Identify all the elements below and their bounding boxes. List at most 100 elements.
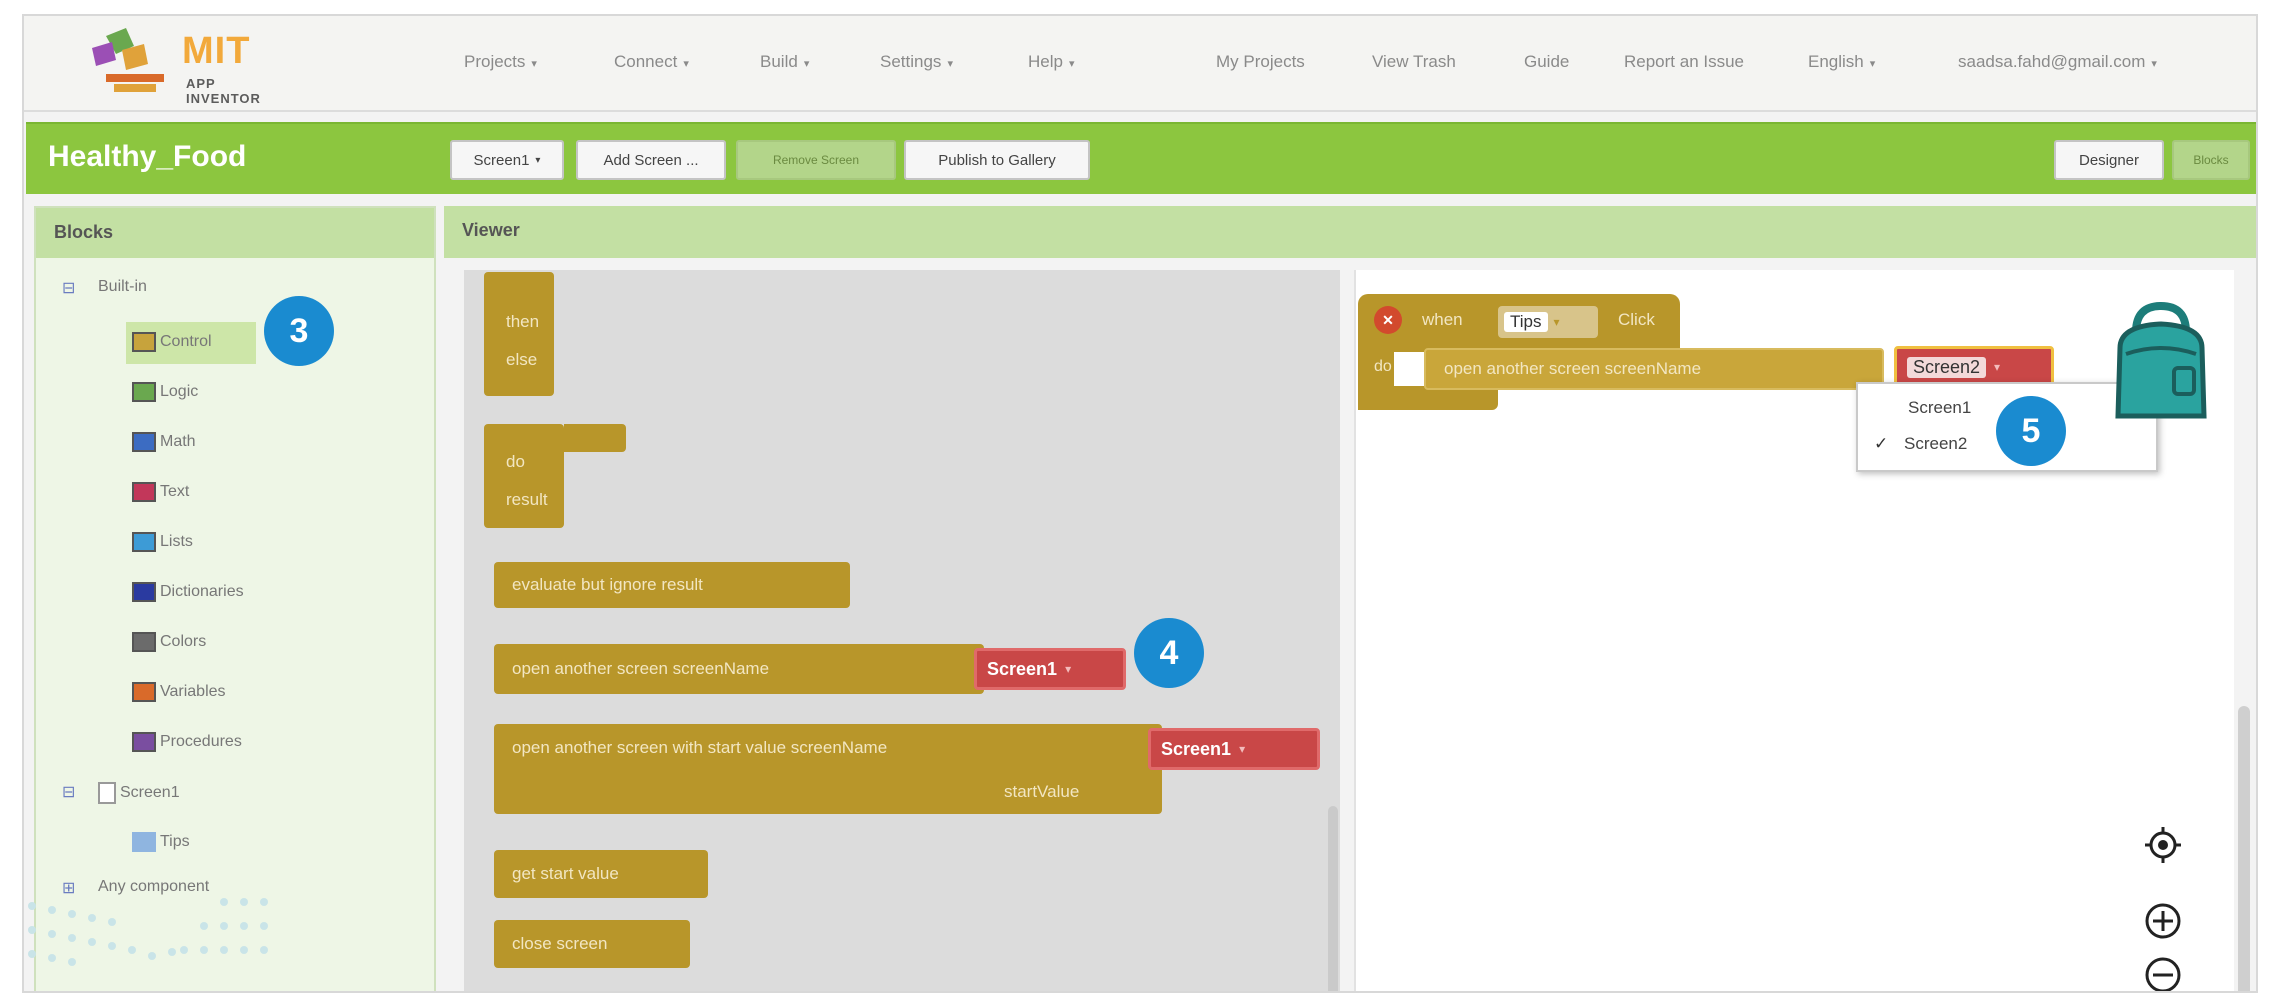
- dictionaries-icon: [132, 582, 156, 602]
- menu-projects[interactable]: Projects ▾: [464, 52, 537, 72]
- zoom-out-icon[interactable]: [2138, 950, 2188, 991]
- control-icon: [132, 332, 156, 352]
- tree-item-text[interactable]: Text: [132, 482, 189, 502]
- chevron-down-icon: ▾: [803, 58, 810, 70]
- menu-settings[interactable]: Settings ▾: [880, 52, 953, 72]
- project-toolbar: Healthy_Food Screen1 ▾ Add Screen ... Rem…: [26, 122, 2256, 194]
- menu-connect[interactable]: Connect ▾: [614, 52, 689, 72]
- variables-icon: [132, 682, 156, 702]
- tree-any-component[interactable]: Any component: [98, 878, 209, 896]
- link-guide[interactable]: Guide: [1524, 52, 1569, 72]
- link-report-issue[interactable]: Report an Issue: [1624, 52, 1744, 72]
- chevron-down-icon: ▾: [1065, 662, 1072, 676]
- expand-icon[interactable]: ⊞: [62, 878, 75, 898]
- chevron-down-icon: ▾: [1068, 58, 1075, 70]
- evaluate-ignore-block[interactable]: evaluate but ignore result: [494, 562, 850, 608]
- do-result-block[interactable]: do result: [484, 424, 564, 528]
- start-screen-name-dropdown[interactable]: Screen1 ▾: [1148, 728, 1320, 770]
- logo-subtitle: APP INVENTOR: [186, 76, 261, 106]
- dropdown-option-screen2[interactable]: Screen2: [1904, 434, 1967, 454]
- logo-text: MIT: [182, 30, 251, 72]
- tree-item-lists[interactable]: Lists: [132, 532, 193, 552]
- open-screen-start-label: open another screen with start value scr…: [512, 738, 888, 757]
- project-name: Healthy_Food: [48, 140, 247, 173]
- tree-item-dictionaries[interactable]: Dictionaries: [132, 582, 244, 602]
- do-label: do: [1374, 358, 1392, 375]
- button-component-icon: [132, 832, 156, 852]
- flyout-scrollbar[interactable]: [1328, 806, 1338, 991]
- screen-select-button[interactable]: Screen1 ▾: [450, 140, 564, 180]
- app-inventor-logo[interactable]: MIT APP INVENTOR: [86, 26, 286, 106]
- chevron-down-icon: ▾: [1869, 58, 1876, 70]
- colors-icon: [132, 632, 156, 652]
- tree-item-logic[interactable]: Logic: [132, 382, 198, 402]
- component-dropdown[interactable]: Tips ▾: [1498, 306, 1598, 338]
- result-label: result: [506, 490, 548, 509]
- dropdown-option-screen1[interactable]: Screen1: [1908, 398, 1971, 418]
- recenter-icon[interactable]: [2138, 820, 2188, 870]
- designer-button[interactable]: Designer: [2054, 140, 2164, 180]
- lists-icon: [132, 532, 156, 552]
- then-label: then: [506, 312, 540, 331]
- tree-item-procedures[interactable]: Procedures: [132, 732, 242, 752]
- get-start-value-block[interactable]: get start value: [494, 850, 708, 898]
- logic-icon: [132, 382, 156, 402]
- checkmark-icon: ✓: [1874, 434, 1889, 453]
- tree-builtin[interactable]: Built-in: [98, 278, 147, 296]
- do-slot: [564, 424, 626, 452]
- tree-item-colors[interactable]: Colors: [132, 632, 206, 652]
- procedures-icon: [132, 732, 156, 752]
- do-label: do: [506, 452, 525, 471]
- blocks-button[interactable]: Blocks: [2172, 140, 2250, 180]
- logo-icon: [92, 28, 164, 92]
- tree-item-control[interactable]: Control: [132, 332, 212, 352]
- chevron-down-icon: ▾: [2151, 58, 2157, 70]
- text-icon: [132, 482, 156, 502]
- top-navigation: MIT APP INVENTOR Projects ▾ Connect ▾ Buil…: [24, 16, 2256, 112]
- call-label: open another screen screenName: [1444, 359, 1702, 378]
- callout-4: 4: [1134, 618, 1204, 688]
- menu-help[interactable]: Help ▾: [1028, 52, 1075, 72]
- close-screen-block[interactable]: close screen: [494, 920, 690, 968]
- chevron-down-icon: ▾: [535, 154, 541, 166]
- collapse-icon[interactable]: ⊟: [62, 782, 75, 802]
- backpack-icon[interactable]: [2096, 298, 2226, 428]
- decorative-dots: [28, 898, 268, 966]
- zoom-in-icon[interactable]: [2138, 896, 2188, 946]
- link-my-projects[interactable]: My Projects: [1216, 52, 1305, 72]
- open-another-screen-call[interactable]: open another screen screenName: [1424, 348, 1884, 390]
- screen-name-dropdown[interactable]: Screen1 ▾: [974, 648, 1126, 690]
- workspace-scrollbar[interactable]: [2238, 706, 2250, 991]
- tree-item-tips[interactable]: Tips: [132, 832, 190, 852]
- math-icon: [132, 432, 156, 452]
- chevron-down-icon: ▾: [947, 58, 953, 70]
- menu-language[interactable]: English ▾: [1808, 52, 1875, 72]
- add-screen-button[interactable]: Add Screen ...: [576, 140, 726, 180]
- chevron-down-icon: ▾: [531, 58, 537, 70]
- publish-gallery-button[interactable]: Publish to Gallery: [904, 140, 1090, 180]
- callout-3: 3: [264, 296, 334, 366]
- collapse-icon[interactable]: ⊟: [62, 278, 75, 298]
- menu-build[interactable]: Build ▾: [760, 52, 809, 72]
- tree-item-math[interactable]: Math: [132, 432, 196, 452]
- if-then-else-block[interactable]: then else: [484, 272, 554, 396]
- chevron-down-icon: ▾: [1994, 360, 2001, 374]
- viewer-title: Viewer: [444, 206, 2256, 258]
- tree-item-variables[interactable]: Variables: [132, 682, 226, 702]
- screen-icon: [98, 782, 116, 804]
- link-view-trash[interactable]: View Trash: [1372, 52, 1456, 72]
- chevron-down-icon: ▾: [683, 58, 689, 70]
- menu-account[interactable]: saadsa.fahd@gmail.com ▾: [1958, 52, 2157, 72]
- open-screen-label: open another screen screenName: [512, 659, 770, 678]
- app-window: MIT APP INVENTOR Projects ▾ Connect ▾ Buil…: [22, 14, 2258, 993]
- open-another-screen-block[interactable]: open another screen screenName: [494, 644, 984, 694]
- tree-screen1[interactable]: Screen1: [98, 782, 180, 804]
- else-label: else: [506, 350, 538, 369]
- error-icon[interactable]: ✕: [1374, 306, 1402, 334]
- chevron-down-icon: ▾: [1239, 742, 1246, 756]
- event-label: Click: [1618, 310, 1655, 329]
- start-value-label: startValue: [1004, 782, 1080, 801]
- when-label: when: [1422, 310, 1463, 329]
- callout-5: 5: [1996, 396, 2066, 466]
- remove-screen-button[interactable]: Remove Screen: [736, 140, 896, 180]
